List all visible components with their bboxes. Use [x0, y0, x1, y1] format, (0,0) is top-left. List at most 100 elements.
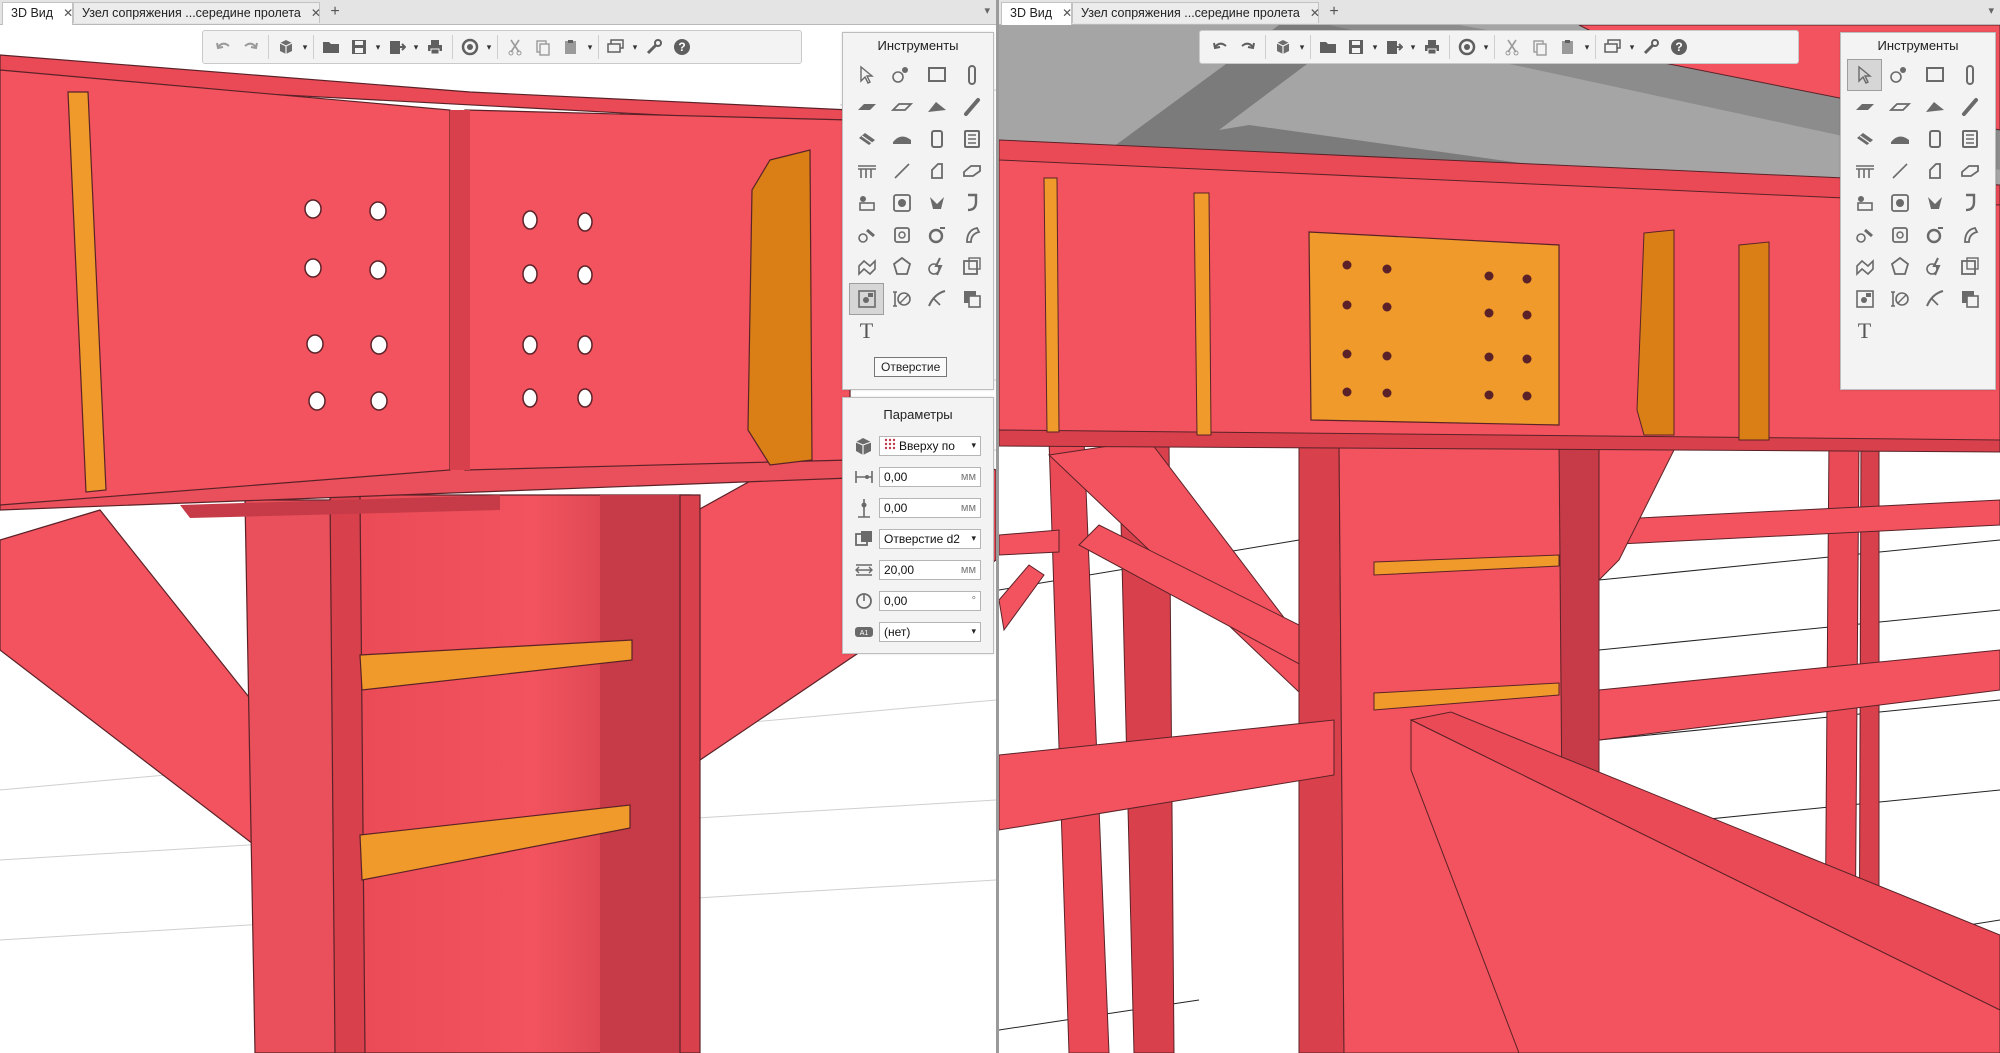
column-icon[interactable]	[1952, 59, 1987, 91]
cut-plane-icon[interactable]	[1917, 187, 1952, 219]
plate-icon[interactable]	[849, 91, 884, 123]
chevron-down-icon[interactable]: ▾	[1582, 42, 1592, 53]
anchor-icon[interactable]	[954, 187, 989, 219]
param-dropdown[interactable]: (нет) ▾	[879, 621, 981, 642]
fit-icon[interactable]	[1952, 251, 1987, 283]
paste-icon[interactable]	[557, 33, 585, 61]
chevron-down-icon[interactable]: ▾	[1481, 42, 1491, 53]
view-cube-icon[interactable]	[1269, 33, 1297, 61]
boolean-icon[interactable]	[954, 283, 989, 315]
bolt-group-icon[interactable]	[849, 187, 884, 219]
gusset-icon[interactable]	[1847, 251, 1882, 283]
undo-icon[interactable]	[1206, 33, 1234, 61]
node-connect-icon[interactable]	[884, 59, 919, 91]
bent-plate-icon[interactable]	[849, 123, 884, 155]
cut-icon[interactable]	[1498, 33, 1526, 61]
hole-icon[interactable]	[849, 283, 884, 315]
param-input[interactable]: 0,00 °	[879, 590, 981, 611]
tab-node-view-left[interactable]: Узел сопряжения ...середине пролета ✕	[73, 2, 321, 23]
tab-menu-chevron-down-icon[interactable]: ▾	[1988, 4, 1994, 17]
select-arrow-icon[interactable]	[1847, 59, 1882, 91]
text-icon[interactable]: T	[1847, 315, 1882, 347]
view-cube-icon[interactable]	[272, 33, 300, 61]
slab-icon[interactable]	[884, 91, 919, 123]
fit-icon[interactable]	[954, 251, 989, 283]
print-icon[interactable]	[421, 33, 449, 61]
bolt-group-icon[interactable]	[1847, 187, 1882, 219]
undo-icon[interactable]	[209, 33, 237, 61]
end-plate-icon[interactable]	[1952, 155, 1987, 187]
folded-plate-icon[interactable]	[1882, 123, 1917, 155]
line-icon[interactable]	[884, 155, 919, 187]
tab-3d-view-left[interactable]: 3D Вид ✕	[2, 2, 73, 25]
rotate-axis-icon[interactable]	[1882, 283, 1917, 315]
rotate-axis-icon[interactable]	[884, 283, 919, 315]
gusset-icon[interactable]	[849, 251, 884, 283]
chevron-down-icon[interactable]: ▾	[1370, 42, 1380, 53]
double-stiffener-icon[interactable]	[954, 123, 989, 155]
copy-icon[interactable]	[529, 33, 557, 61]
cut-plane-icon[interactable]	[919, 187, 954, 219]
layers-icon[interactable]	[602, 33, 630, 61]
wrench-icon[interactable]	[640, 33, 668, 61]
open-folder-icon[interactable]	[317, 33, 345, 61]
bend-icon[interactable]	[954, 219, 989, 251]
chamfer-icon[interactable]	[1847, 219, 1882, 251]
folded-plate-icon[interactable]	[884, 123, 919, 155]
help-icon[interactable]: ?	[668, 33, 696, 61]
close-icon[interactable]: ✕	[311, 6, 321, 20]
print-icon[interactable]	[1418, 33, 1446, 61]
wrench-icon[interactable]	[1637, 33, 1665, 61]
help-icon[interactable]: ?	[1665, 33, 1693, 61]
sloped-plate-icon[interactable]	[919, 91, 954, 123]
render-icon[interactable]	[456, 33, 484, 61]
rod-icon[interactable]	[954, 91, 989, 123]
param-input[interactable]: 20,00 мм	[879, 559, 981, 580]
boolean-icon[interactable]	[1952, 283, 1987, 315]
chevron-down-icon[interactable]: ▾	[971, 533, 976, 544]
panel-icon[interactable]	[1917, 59, 1952, 91]
line-icon[interactable]	[1882, 155, 1917, 187]
lightning-icon[interactable]	[919, 251, 954, 283]
chamfer-icon[interactable]	[849, 219, 884, 251]
double-stiffener-icon[interactable]	[1952, 123, 1987, 155]
chevron-down-icon[interactable]: ▾	[971, 440, 976, 451]
bracket-icon[interactable]	[919, 155, 954, 187]
save-icon[interactable]	[345, 33, 373, 61]
shape-icon[interactable]	[1882, 251, 1917, 283]
chevron-down-icon[interactable]: ▾	[484, 42, 494, 53]
chevron-down-icon[interactable]: ▾	[300, 42, 310, 53]
export-icon[interactable]	[383, 33, 411, 61]
save-icon[interactable]	[1342, 33, 1370, 61]
chevron-down-icon[interactable]: ▾	[1297, 42, 1307, 53]
chevron-down-icon[interactable]: ▾	[411, 42, 421, 53]
open-folder-icon[interactable]	[1314, 33, 1342, 61]
panel-icon[interactable]	[919, 59, 954, 91]
weld-icon[interactable]	[884, 187, 919, 219]
curve-icon[interactable]	[1917, 283, 1952, 315]
layers-icon[interactable]	[1599, 33, 1627, 61]
anchor-icon[interactable]	[1952, 187, 1987, 219]
chevron-down-icon[interactable]: ▾	[630, 42, 640, 53]
chevron-down-icon[interactable]: ▾	[585, 42, 595, 53]
stiffener-icon[interactable]	[1917, 123, 1952, 155]
curve-icon[interactable]	[919, 283, 954, 315]
chevron-down-icon[interactable]: ▾	[373, 42, 383, 53]
bend-icon[interactable]	[1952, 219, 1987, 251]
viewport-pane-right[interactable]: 3D Вид ✕ Узел сопряжения ...середине прол…	[999, 0, 2000, 1053]
shape-icon[interactable]	[884, 251, 919, 283]
text-icon[interactable]: T	[849, 315, 884, 347]
lightning-icon[interactable]	[1917, 251, 1952, 283]
sloped-plate-icon[interactable]	[1917, 91, 1952, 123]
weld-icon[interactable]	[1882, 187, 1917, 219]
tab-menu-chevron-down-icon[interactable]: ▾	[984, 4, 990, 17]
close-icon[interactable]: ✕	[1062, 6, 1072, 20]
tab-node-view-right[interactable]: Узел сопряжения ...середине пролета ✕	[1072, 2, 1320, 23]
stiffener-icon[interactable]	[919, 123, 954, 155]
param-input[interactable]: 0,00 мм	[879, 497, 981, 518]
bent-plate-icon[interactable]	[1847, 123, 1882, 155]
bracket-icon[interactable]	[1917, 155, 1952, 187]
cut-icon[interactable]	[501, 33, 529, 61]
viewport-pane-left[interactable]: 3D Вид ✕ Узел сопряжения ...середине прол…	[0, 0, 996, 1053]
param-input[interactable]: 0,00 мм	[879, 466, 981, 487]
